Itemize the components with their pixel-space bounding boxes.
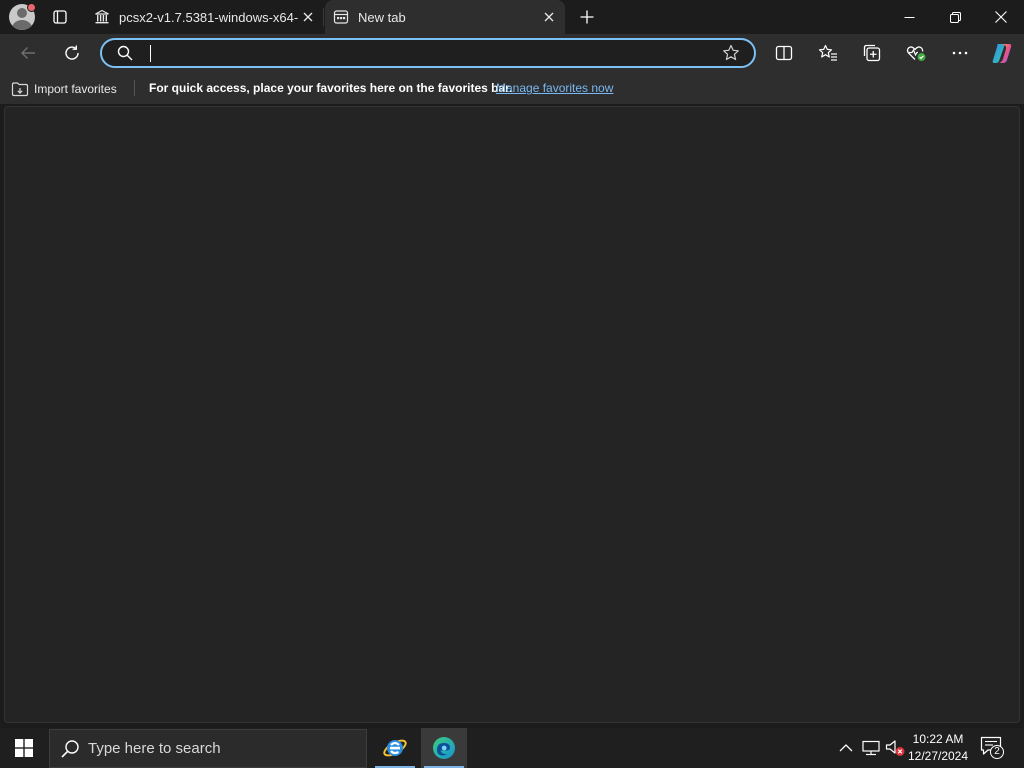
title-bar: pcsx2-v1.7.5381-windows-x64-Qt New tab xyxy=(0,0,1024,34)
close-icon xyxy=(544,12,554,22)
search-icon xyxy=(117,45,133,61)
close-icon xyxy=(303,12,313,22)
chevron-up-icon xyxy=(839,744,853,752)
back-button[interactable] xyxy=(14,39,42,67)
close-tab-button[interactable] xyxy=(539,7,559,27)
copilot-button[interactable] xyxy=(988,39,1016,67)
address-bar[interactable] xyxy=(100,38,756,68)
search-icon xyxy=(60,739,80,759)
import-favorites-button[interactable]: Import favorites xyxy=(11,80,117,98)
notification-count-badge: 2 xyxy=(990,745,1004,759)
copilot-icon xyxy=(992,44,1012,63)
import-favorites-icon xyxy=(11,81,29,97)
taskbar: Type here to search 10:22 AM 12/27/2024 … xyxy=(0,728,1024,768)
internet-explorer-icon xyxy=(383,739,407,757)
browser-essentials-button[interactable] xyxy=(902,39,930,67)
restore-button[interactable] xyxy=(932,0,978,34)
start-button[interactable] xyxy=(0,728,48,768)
system-clock[interactable]: 10:22 AM 12/27/2024 xyxy=(902,731,974,765)
page-content xyxy=(4,106,1020,723)
manage-favorites-link[interactable]: Manage favorites now xyxy=(496,81,613,95)
split-screen-button[interactable] xyxy=(770,39,798,67)
profile-notification-dot xyxy=(27,3,36,12)
split-screen-icon xyxy=(775,45,793,61)
settings-menu-button[interactable] xyxy=(946,39,974,67)
plus-icon xyxy=(580,10,594,24)
refresh-button[interactable] xyxy=(58,39,86,67)
taskbar-app-edge[interactable] xyxy=(421,728,467,768)
tab-new-tab[interactable]: New tab xyxy=(325,0,565,34)
more-options-icon xyxy=(952,51,968,55)
taskbar-app-internet-explorer[interactable] xyxy=(372,728,418,768)
taskbar-search-placeholder: Type here to search xyxy=(88,740,221,757)
favorites-bar: Import favorites For quick access, place… xyxy=(0,72,1024,104)
tab-title: pcsx2-v1.7.5381-windows-x64-Qt xyxy=(119,9,298,25)
taskbar-search-box[interactable]: Type here to search xyxy=(49,729,367,768)
import-favorites-label: Import favorites xyxy=(34,82,117,96)
tab-actions-button[interactable] xyxy=(48,7,72,27)
profile-button[interactable] xyxy=(9,3,36,30)
notification-center-button[interactable]: 2 xyxy=(980,736,1006,760)
favorites-button[interactable] xyxy=(814,39,842,67)
network-status-button[interactable] xyxy=(861,738,881,758)
heart-pulse-icon xyxy=(906,46,926,61)
refresh-icon xyxy=(65,45,79,60)
collections-button[interactable] xyxy=(858,39,886,67)
restore-icon xyxy=(949,11,961,23)
arrow-left-icon xyxy=(21,47,35,59)
star-icon xyxy=(723,44,739,61)
close-icon xyxy=(995,11,1007,23)
favorites-bar-message: For quick access, place your favorites h… xyxy=(149,81,513,95)
edge-browser-icon xyxy=(433,737,455,759)
minimize-button[interactable] xyxy=(886,0,932,34)
tab-actions-icon xyxy=(53,10,67,24)
clock-date: 12/27/2024 xyxy=(907,749,969,763)
favorites-list-icon xyxy=(818,44,837,61)
minimize-icon xyxy=(904,16,914,18)
tab-title: New tab xyxy=(358,9,406,25)
tab-pcsx2[interactable]: pcsx2-v1.7.5381-windows-x64-Qt xyxy=(86,0,324,34)
address-input[interactable] xyxy=(148,43,708,63)
favorites-bar-divider xyxy=(134,80,135,96)
text-cursor xyxy=(150,45,151,62)
network-ethernet-icon xyxy=(862,740,880,756)
new-tab-button[interactable] xyxy=(576,6,598,28)
new-tab-page-icon xyxy=(333,9,349,25)
browser-toolbar xyxy=(0,34,1024,72)
archive-building-icon xyxy=(94,9,110,25)
show-hidden-icons-button[interactable] xyxy=(836,738,856,758)
close-window-button[interactable] xyxy=(978,0,1024,34)
close-tab-button[interactable] xyxy=(298,7,318,27)
add-favorite-button[interactable] xyxy=(722,44,740,62)
clock-time: 10:22 AM xyxy=(912,732,964,746)
windows-logo-icon xyxy=(15,739,33,757)
collections-icon xyxy=(863,44,881,62)
